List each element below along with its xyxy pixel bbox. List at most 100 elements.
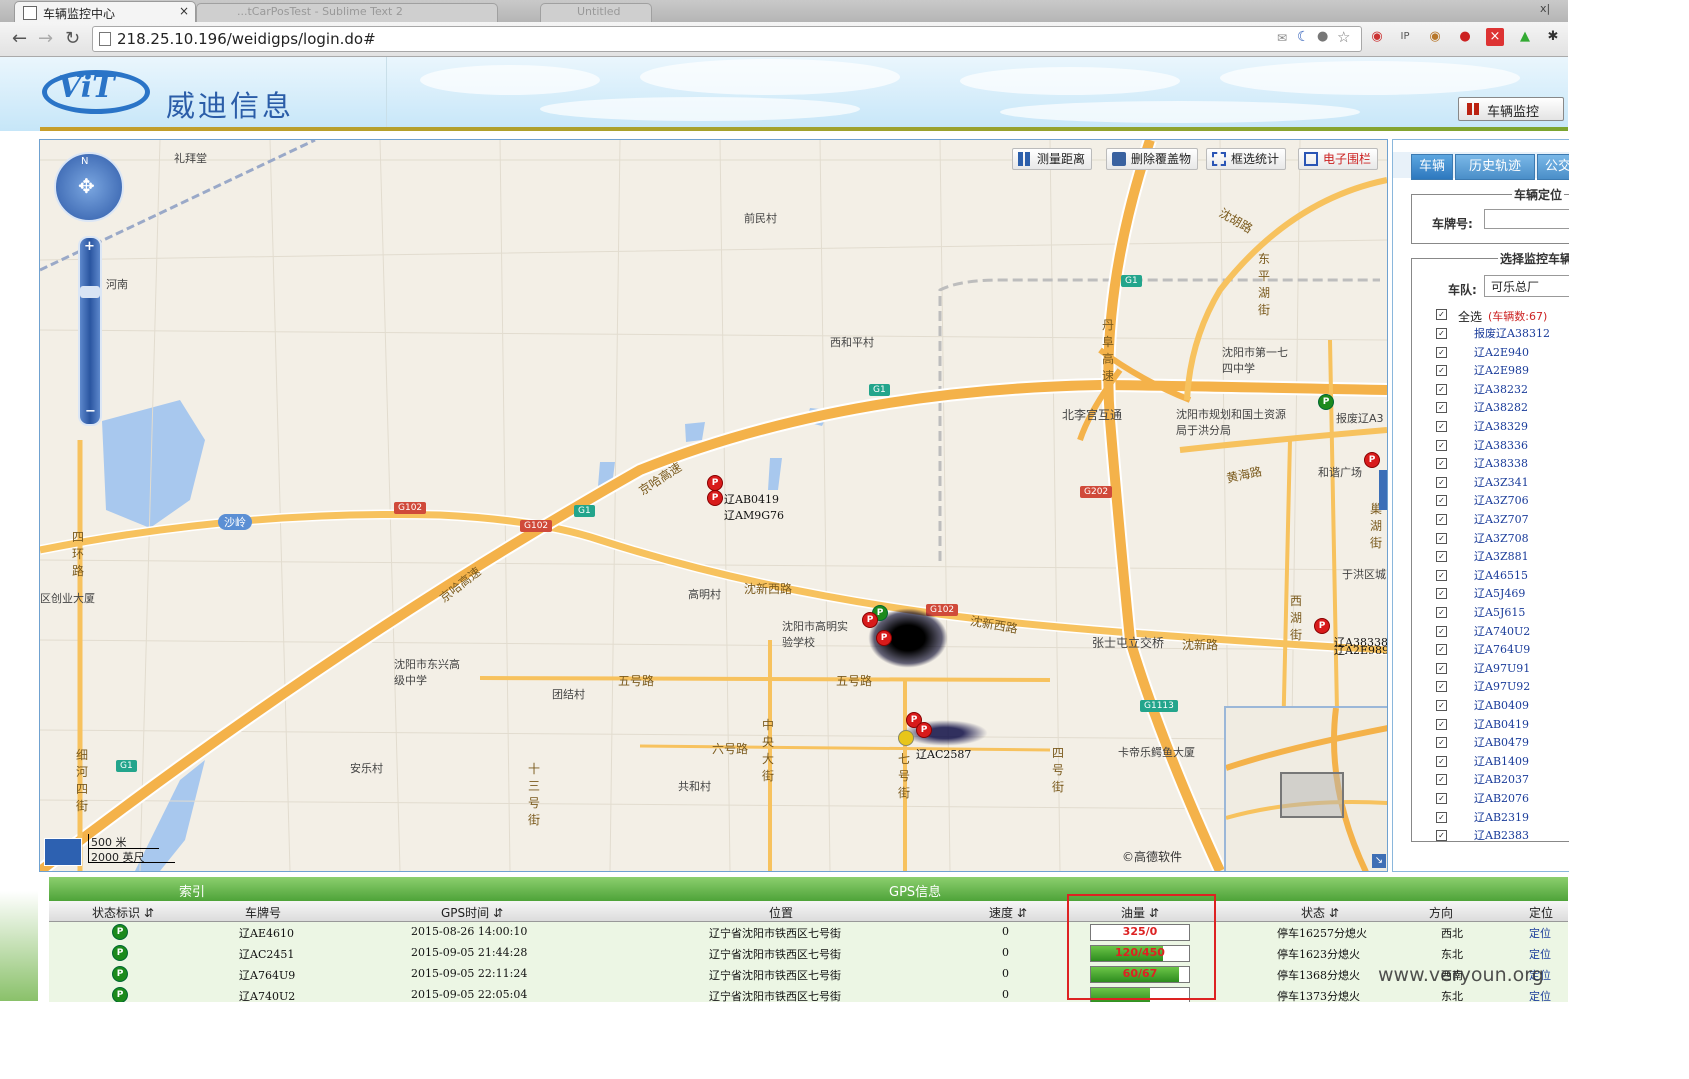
col-direction[interactable]: 方向 xyxy=(1429,904,1453,921)
vehicle-list-item[interactable]: 辽AB2383 xyxy=(1474,827,1529,841)
vehicle-checkbox[interactable]: ✓ xyxy=(1436,569,1447,581)
vehicle-list-item[interactable]: 辽AB2037 xyxy=(1474,771,1529,787)
vehicle-list-item[interactable]: 辽A2E940 xyxy=(1474,344,1529,360)
vehicle-list-item[interactable]: 辽A5J615 xyxy=(1474,604,1525,620)
tab-history-track[interactable]: 历史轨迹 xyxy=(1455,154,1535,180)
vehicle-checkbox[interactable]: ✓ xyxy=(1436,830,1447,841)
vehicle-list-item[interactable]: 辽A46515 xyxy=(1474,567,1528,583)
vehicle-checkbox[interactable]: ✓ xyxy=(1436,365,1447,377)
map-view[interactable]: 测量距离 删除覆盖物 框选统计 电子围栏 N ✥ + − G1 G1 G1 G1… xyxy=(39,139,1388,872)
extension-icon[interactable]: ◉ xyxy=(1368,28,1386,46)
delete-overlay-button[interactable]: 删除覆盖物 xyxy=(1106,148,1199,170)
vehicle-list-item[interactable]: 辽A3Z706 xyxy=(1474,492,1529,508)
table-row[interactable]: P 辽AE4610 2015-08-26 14:00:10 辽宁省沈阳市铁西区七号街 0… xyxy=(49,922,1568,944)
vehicle-list-item[interactable]: 辽A764U9 xyxy=(1474,641,1530,657)
vehicle-marker[interactable]: P xyxy=(1364,452,1380,468)
vehicle-marker[interactable]: P xyxy=(862,612,878,628)
tab-vehicle[interactable]: 车辆 xyxy=(1411,154,1453,180)
plate-input[interactable] xyxy=(1484,209,1569,229)
vehicle-checkbox[interactable]: ✓ xyxy=(1436,346,1447,358)
vehicle-checkbox[interactable]: ✓ xyxy=(1436,532,1447,544)
spider-icon[interactable]: ✱ xyxy=(1544,28,1562,46)
table-row[interactable]: P 辽A740U2 2015-09-05 22:05:04 辽宁省沈阳市铁西区七号街 0… xyxy=(49,985,1568,1002)
table-row[interactable]: P 辽AC2451 2015-09-05 21:44:28 辽宁省沈阳市铁西区七号街 0… xyxy=(49,943,1568,965)
vehicle-checkbox[interactable]: ✓ xyxy=(1436,551,1447,563)
vehicle-list-item[interactable]: 辽A38336 xyxy=(1474,437,1528,453)
vehicle-checkbox[interactable]: ✓ xyxy=(1436,718,1447,730)
col-state[interactable]: 状态 ⇵ xyxy=(1301,904,1339,921)
bookmark-star-icon[interactable]: ☆ xyxy=(1337,28,1350,46)
vehicle-marker[interactable]: P xyxy=(707,490,723,506)
col-location[interactable]: 位置 xyxy=(769,904,793,921)
tab-close-icon[interactable]: × xyxy=(179,4,189,18)
col-plate[interactable]: 车牌号 xyxy=(245,904,281,921)
fleet-select[interactable]: 可乐总厂 xyxy=(1484,275,1569,297)
moon-icon[interactable]: ☾ xyxy=(1297,29,1310,45)
bulb-icon[interactable]: ● xyxy=(1317,29,1328,44)
vehicle-checkbox[interactable]: ✓ xyxy=(1436,495,1447,507)
forward-icon[interactable]: → xyxy=(38,28,53,49)
vehicle-list-item[interactable]: 辽A5J469 xyxy=(1474,585,1525,601)
vehicle-checkbox[interactable]: ✓ xyxy=(1436,402,1447,414)
vehicle-list-item[interactable]: 辽A38338 xyxy=(1474,455,1528,471)
col-status[interactable]: 状态标识 ⇵ xyxy=(92,904,154,921)
vehicle-list-item[interactable]: 辽A38329 xyxy=(1474,418,1528,434)
col-locate[interactable]: 定位 xyxy=(1529,904,1553,921)
vehicle-checkbox[interactable]: ✓ xyxy=(1436,755,1447,767)
browser-tab-active[interactable]: 车辆监控中心 × xyxy=(14,1,196,23)
zoom-in-icon[interactable]: + xyxy=(84,239,95,254)
ip-extension-icon[interactable]: IP xyxy=(1396,28,1414,46)
vehicle-checkbox[interactable]: ✓ xyxy=(1436,737,1447,749)
vehicle-checkbox[interactable]: ✓ xyxy=(1436,644,1447,656)
panel-collapse-handle[interactable] xyxy=(1379,470,1387,510)
vehicle-list-item[interactable]: 辽A97U92 xyxy=(1474,678,1530,694)
pan-control[interactable]: N ✥ xyxy=(54,152,124,222)
vehicle-list[interactable]: ✓ 报废辽A38312 ✓ 辽A2E940 ✓ 辽A2E989 ✓ 辽A38232 ✓ 辽A382… xyxy=(1412,325,1569,841)
vehicle-checkbox[interactable]: ✓ xyxy=(1436,458,1447,470)
cookie-icon[interactable]: ◉ xyxy=(1426,28,1444,46)
vehicle-list-item[interactable]: 辽A38232 xyxy=(1474,381,1528,397)
vehicle-list-item[interactable]: 辽A740U2 xyxy=(1474,623,1530,639)
vehicle-checkbox[interactable]: ✓ xyxy=(1436,700,1447,711)
vehicle-list-item[interactable]: 辽AB0479 xyxy=(1474,734,1529,750)
vehicle-marker[interactable]: P xyxy=(707,475,723,491)
vehicle-list-item[interactable]: 报废辽A38312 xyxy=(1474,325,1550,341)
vehicle-checkbox[interactable]: ✓ xyxy=(1436,607,1447,618)
vehicle-checkbox[interactable]: ✓ xyxy=(1436,328,1447,339)
vehicle-checkbox[interactable]: ✓ xyxy=(1436,774,1447,786)
vehicle-list-item[interactable]: 辽AB0419 xyxy=(1474,716,1529,732)
vehicle-list-item[interactable]: 辽A3Z881 xyxy=(1474,548,1529,564)
vehicle-checkbox[interactable]: ✓ xyxy=(1436,625,1447,637)
zoom-out-icon[interactable]: − xyxy=(85,404,96,419)
vehicle-list-item[interactable]: 辽AB2076 xyxy=(1474,790,1529,806)
vehicle-checkbox[interactable]: ✓ xyxy=(1436,811,1447,823)
overview-viewport[interactable] xyxy=(1280,772,1344,818)
vehicle-checkbox[interactable]: ✓ xyxy=(1436,476,1447,488)
vehicle-checkbox[interactable]: ✓ xyxy=(1436,383,1447,395)
col-speed[interactable]: 速度 ⇵ xyxy=(989,904,1027,921)
vehicle-list-item[interactable]: 辽A3Z708 xyxy=(1474,530,1529,546)
geofence-button[interactable]: 电子围栏 xyxy=(1298,148,1379,170)
vehicle-marker[interactable] xyxy=(898,730,914,746)
vehicle-monitor-button[interactable]: 车辆监控 xyxy=(1458,97,1564,121)
table-row[interactable]: P 辽A764U9 2015-09-05 22:11:24 辽宁省沈阳市铁西区七号街 0… xyxy=(49,964,1568,986)
col-gps-time[interactable]: GPS时间 ⇵ xyxy=(441,904,503,921)
vehicle-list-item[interactable]: 辽A3Z707 xyxy=(1474,511,1529,527)
zoom-slider[interactable]: + − xyxy=(78,236,102,426)
map-type-icon[interactable] xyxy=(44,838,82,866)
vehicle-list-item[interactable]: 辽A2E989 xyxy=(1474,362,1529,378)
extension-icon[interactable]: ▲ xyxy=(1516,28,1534,46)
box-stats-button[interactable]: 框选统计 xyxy=(1206,148,1287,170)
vehicle-checkbox[interactable]: ✓ xyxy=(1436,681,1447,693)
vehicle-checkbox[interactable]: ✓ xyxy=(1436,439,1447,451)
overview-map[interactable]: ↘ xyxy=(1224,706,1387,871)
adblock-icon[interactable]: × xyxy=(1486,28,1504,46)
browser-tab[interactable]: ...tCarPosTest - Sublime Text 2 xyxy=(196,3,498,23)
mail-icon[interactable]: ✉ xyxy=(1277,31,1287,45)
address-bar[interactable]: 218.25.10.196/weidigps/login.do# ✉ ☾ ● ☆ xyxy=(92,26,1362,52)
cell-locate[interactable]: 定位 xyxy=(1529,988,1551,1002)
vehicle-list-item[interactable]: 辽A97U91 xyxy=(1474,660,1530,676)
vehicle-list-item[interactable]: 辽A38282 xyxy=(1474,399,1528,415)
vehicle-marker[interactable]: P xyxy=(1314,618,1330,634)
vehicle-checkbox[interactable]: ✓ xyxy=(1436,662,1447,674)
